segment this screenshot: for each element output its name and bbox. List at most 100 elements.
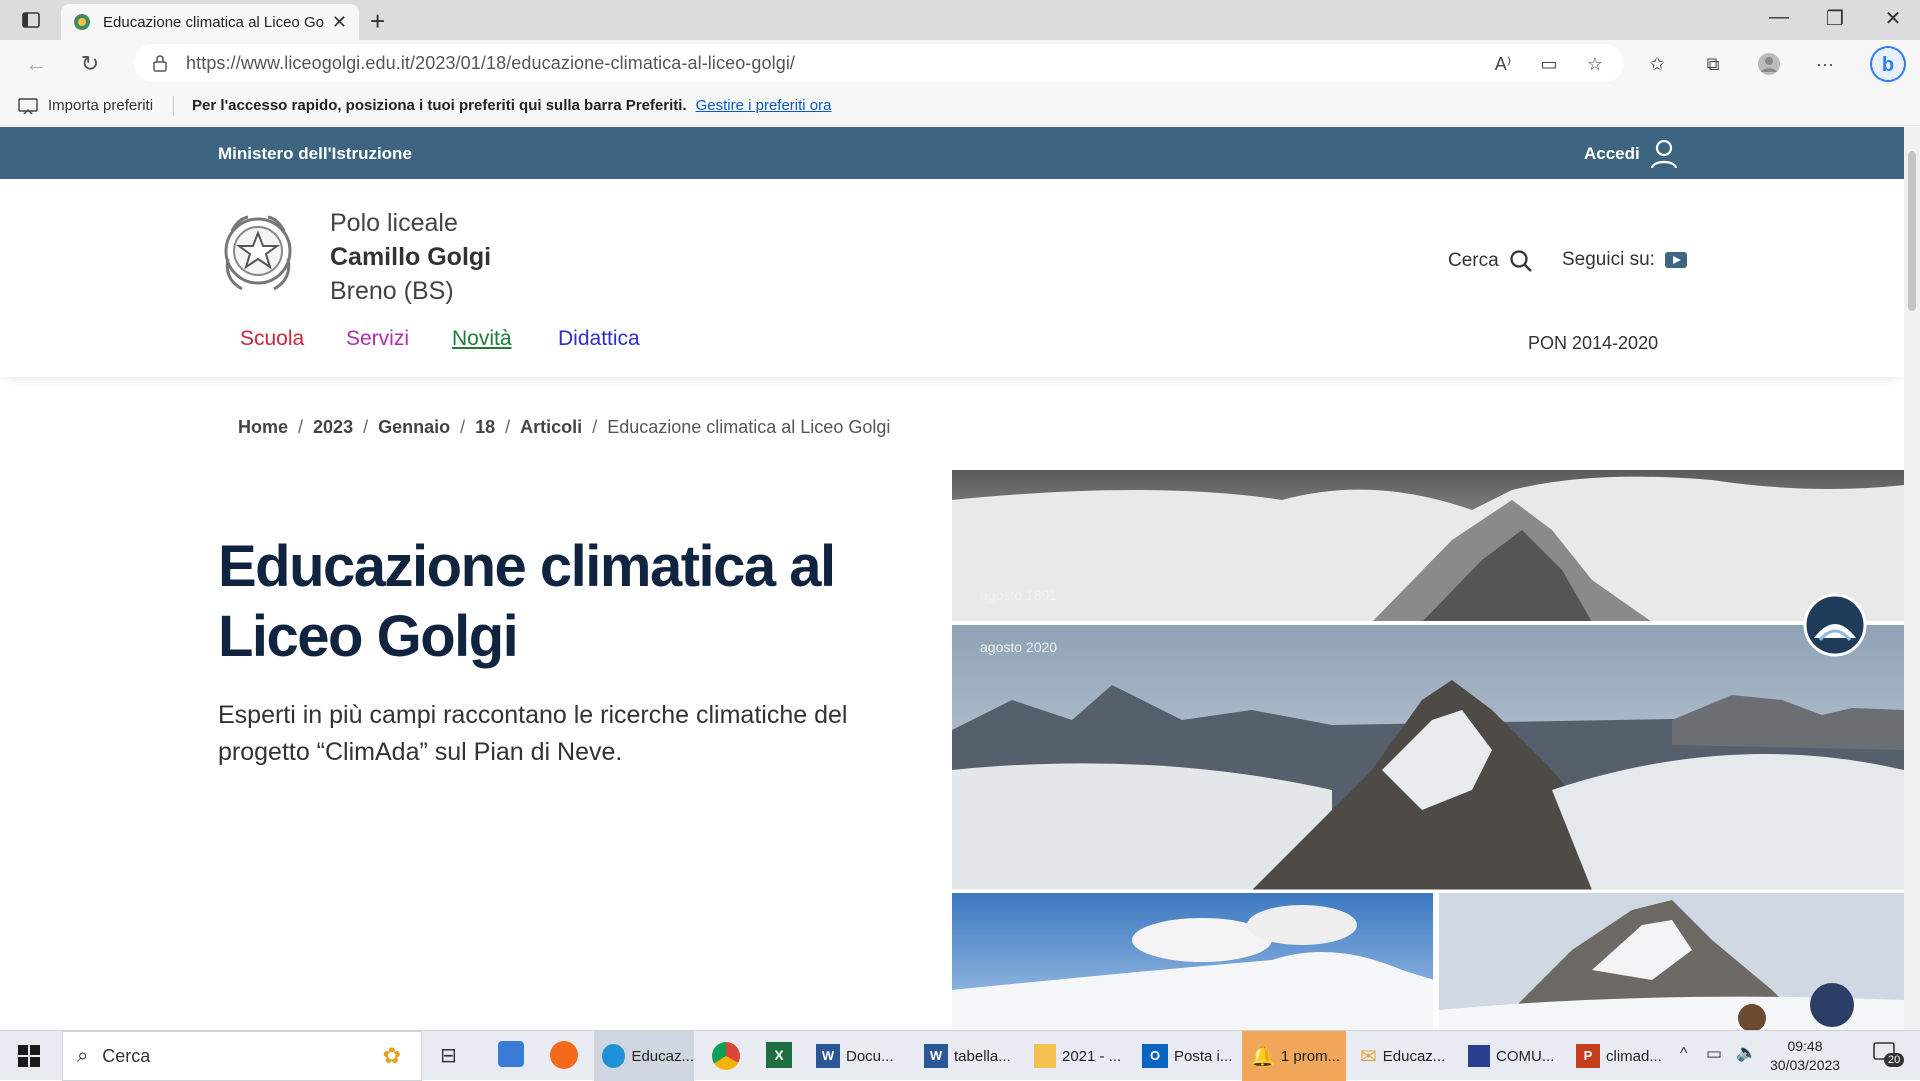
youtube-icon[interactable] (1664, 252, 1687, 268)
network-icon[interactable]: ▭ (1706, 1044, 1722, 1064)
word-icon: W (924, 1044, 948, 1068)
taskbar-app-powerpoint[interactable]: P climad... (1568, 1031, 1672, 1081)
back-arrow-icon[interactable]: ← (22, 50, 50, 78)
clock-time: 09:48 (1787, 1038, 1823, 1054)
nav-novita[interactable]: Novità (452, 327, 512, 351)
nav-scuola[interactable]: Scuola (240, 327, 304, 351)
url-text: https://www.liceogolgi.edu.it/2023/01/18… (186, 52, 796, 73)
breadcrumb-day[interactable]: 18 (475, 417, 495, 438)
refresh-icon[interactable]: ↻ (76, 50, 104, 78)
manage-favorites-link[interactable]: Gestire i preferiti ora (696, 97, 832, 114)
read-aloud-icon[interactable]: A⁾ (1490, 52, 1516, 76)
tab-actions-icon[interactable] (20, 10, 42, 30)
taskbar-app-reminder[interactable]: 🔔 1 prom... (1242, 1031, 1346, 1081)
scrollbar-thumb[interactable] (1908, 151, 1916, 311)
active-tab[interactable]: Educazione climatica al Liceo Gol ✕ (61, 4, 359, 40)
search-highlight-icon: ✿ (382, 1043, 401, 1068)
outlook-icon: O (1142, 1044, 1168, 1068)
favorites-message: Per l'accesso rapido, posiziona i tuoi p… (192, 97, 687, 114)
site-favicon-icon (74, 14, 90, 30)
page-scrollbar[interactable] (1904, 127, 1920, 1030)
collections-icon[interactable]: ⧉ (1700, 52, 1726, 76)
search-label: Cerca (1448, 250, 1499, 271)
hero-label-1891: agosto 1891 (980, 587, 1057, 603)
notification-center-icon[interactable]: 20 (1872, 1041, 1905, 1069)
project-badge-icon (1803, 593, 1867, 657)
taskbar-app-label: Posta i... (1174, 1047, 1233, 1065)
taskbar-app-mail[interactable]: ✉ Educaz... (1352, 1031, 1456, 1081)
login-button[interactable]: Accedi (1584, 139, 1678, 169)
follow-label: Seguici su: (1562, 249, 1655, 270)
taskbar-search-label: Cerca (102, 1045, 151, 1066)
follow-us: Seguici su: (1562, 249, 1687, 271)
school-place: Breno (BS) (330, 277, 454, 305)
bing-copilot-icon[interactable]: b (1870, 46, 1906, 82)
school-title[interactable]: Polo liceale Camillo Golgi Breno (BS) (330, 206, 491, 308)
address-toolbar: ← ↻ https://www.liceogolgi.edu.it/2023/0… (0, 40, 1920, 86)
taskbar-search[interactable]: ⌕ Cerca ✿ (62, 1031, 422, 1081)
search-icon (1510, 250, 1532, 272)
add-favorite-icon[interactable]: ☆ (1582, 52, 1608, 76)
favorites-icon[interactable]: ✩ (1644, 52, 1670, 76)
svg-text:b: b (1882, 54, 1894, 76)
more-menu-icon[interactable]: ··· (1812, 52, 1838, 76)
taskbar-app-label: 2021 - ... (1062, 1047, 1122, 1065)
notification-count: 20 (1884, 1053, 1905, 1067)
clock-date: 30/03/2023 (1770, 1057, 1841, 1073)
ministry-link[interactable]: Ministero dell'Istruzione (218, 144, 412, 164)
profile-avatar-icon[interactable] (1756, 52, 1782, 76)
taskbar-app-folder[interactable]: 2021 - ... (1028, 1031, 1128, 1081)
import-favorites-icon (18, 97, 38, 114)
firefox-icon[interactable] (550, 1041, 578, 1069)
restore-icon[interactable]: ❐ (1820, 6, 1850, 31)
address-field[interactable]: https://www.liceogolgi.edu.it/2023/01/18… (134, 44, 1624, 82)
windows-taskbar: ⌕ Cerca ✿ ⊟ Educaz... X W Docu... W tabe… (0, 1030, 1920, 1081)
italian-republic-emblem-icon (224, 215, 292, 291)
close-tab-icon[interactable]: ✕ (332, 12, 347, 33)
school-name: Camillo Golgi (330, 243, 492, 271)
taskbar-app-edge[interactable]: Educaz... (594, 1031, 694, 1081)
site-header: Polo liceale Camillo Golgi Breno (BS) Ce… (0, 179, 1904, 307)
volume-icon[interactable]: 🔈 (1736, 1043, 1757, 1063)
taskbar-app-label: climad... (1606, 1047, 1662, 1065)
new-tab-button[interactable]: + (370, 6, 385, 37)
breadcrumb-month[interactable]: Gennaio (378, 417, 450, 438)
excel-icon[interactable]: X (766, 1042, 792, 1068)
taskbar-app-word-2[interactable]: W tabella... (918, 1031, 1018, 1081)
taskbar-app-label: Docu... (846, 1047, 894, 1065)
tray-chevron-icon[interactable]: ^ (1680, 1045, 1688, 1063)
bell-icon: 🔔 (1250, 1045, 1275, 1068)
taskbar-app-comu[interactable]: COMU... (1460, 1031, 1564, 1081)
taskbar-app-outlook[interactable]: O Posta i... (1136, 1031, 1236, 1081)
user-icon (1650, 139, 1677, 169)
breadcrumb-year[interactable]: 2023 (313, 417, 353, 438)
main-navigation: Scuola Servizi Novità Didattica PON 2014… (0, 307, 1904, 377)
nav-servizi[interactable]: Servizi (346, 327, 409, 351)
ministry-bar: Ministero dell'Istruzione Accedi (0, 127, 1904, 179)
lock-icon (153, 55, 167, 72)
immersive-reader-icon[interactable]: ▭ (1536, 52, 1562, 76)
minimize-icon[interactable]: — (1764, 6, 1794, 29)
taskbar-app-label: tabella... (954, 1047, 1011, 1065)
system-clock[interactable]: 09:48 30/03/2023 (1770, 1037, 1840, 1075)
breadcrumb-articles[interactable]: Articoli (520, 417, 582, 438)
pon-link[interactable]: PON 2014-2020 (1528, 333, 1658, 354)
search-button[interactable]: Cerca (1448, 249, 1533, 273)
close-window-icon[interactable]: ✕ (1878, 6, 1908, 31)
article-title: Educazione climatica al Liceo Golgi (218, 534, 836, 669)
microsoft-store-icon[interactable] (498, 1041, 524, 1067)
login-label: Accedi (1584, 144, 1640, 163)
windows-start-icon[interactable] (18, 1045, 40, 1072)
article-lede: Esperti in più campi raccontano le ricer… (218, 701, 848, 766)
taskbar-app-word-1[interactable]: W Docu... (810, 1031, 906, 1081)
document-viewer-icon (1468, 1045, 1490, 1067)
import-favorites-button[interactable]: Importa preferiti (18, 97, 153, 115)
web-page: Ministero dell'Istruzione Accedi Polo li… (0, 127, 1904, 1030)
nav-didattica[interactable]: Didattica (558, 327, 640, 351)
powerpoint-icon: P (1576, 1044, 1600, 1068)
task-view-icon[interactable]: ⊟ (440, 1043, 457, 1068)
taskbar-app-label: COMU... (1496, 1047, 1555, 1065)
chrome-icon[interactable] (712, 1042, 740, 1070)
breadcrumb-home[interactable]: Home (238, 417, 288, 438)
word-icon: W (816, 1044, 840, 1068)
